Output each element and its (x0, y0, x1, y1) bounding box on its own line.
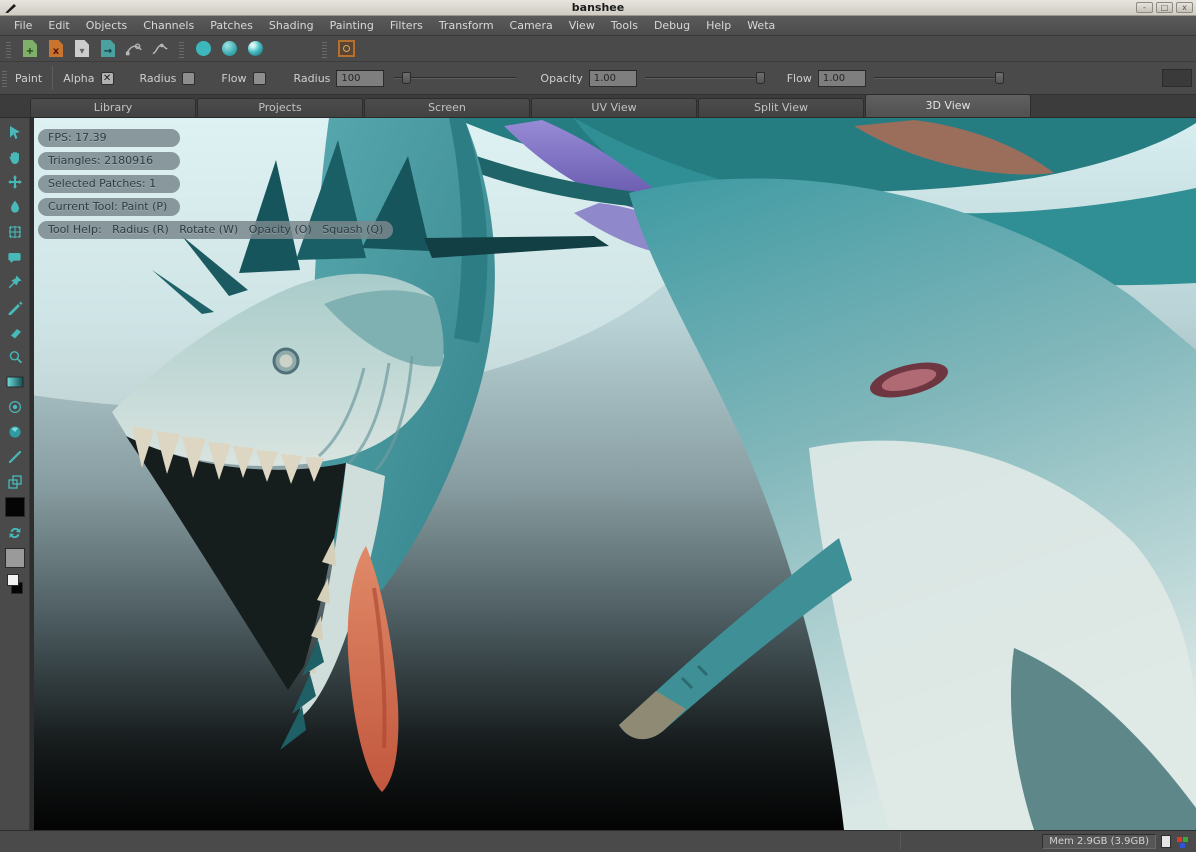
toolbar-grip[interactable] (6, 40, 11, 58)
shading-flat-icon[interactable] (194, 40, 212, 58)
menu-debug[interactable]: Debug (646, 17, 698, 34)
rgb-channels-icon[interactable] (1176, 835, 1190, 849)
menu-painting[interactable]: Painting (322, 17, 382, 34)
open-project-icon[interactable]: ▾ (73, 40, 91, 58)
menu-filters[interactable]: Filters (382, 17, 431, 34)
gradient-rect-icon[interactable] (5, 372, 25, 391)
radius-checkbox[interactable] (182, 72, 195, 85)
viewport-hud: FPS: 17.39 Triangles: 2180916 Selected P… (38, 129, 393, 239)
path-edit-icon[interactable] (125, 40, 143, 58)
tab-library[interactable]: Library (30, 98, 196, 117)
main-toolbar: + x ▾ → (0, 36, 1196, 62)
move-cross-icon[interactable] (5, 172, 25, 191)
3d-viewport-canvas[interactable]: FPS: 17.39 Triangles: 2180916 Selected P… (34, 118, 1196, 830)
tab-3d-view[interactable]: 3D View (865, 94, 1031, 117)
menu-file[interactable]: File (6, 17, 40, 34)
menu-camera[interactable]: Camera (502, 17, 561, 34)
tab-uv-view[interactable]: UV View (531, 98, 697, 117)
lighting-box-icon[interactable] (337, 40, 355, 58)
radius-label: Radius (294, 72, 331, 85)
opacity-slider[interactable] (645, 71, 765, 85)
flow-input[interactable] (818, 70, 866, 87)
paint-drop-icon[interactable] (5, 197, 25, 216)
close-button[interactable]: x (1176, 2, 1193, 13)
shading-basic-icon[interactable] (220, 40, 238, 58)
radius-input[interactable] (336, 70, 384, 87)
hud-triangles: Triangles: 2180916 (38, 152, 180, 170)
paint-tool-label: Paint (15, 72, 42, 85)
background-color-swatch[interactable] (5, 548, 25, 568)
paint-sphere-icon[interactable] (5, 422, 25, 441)
brush-line-icon[interactable] (5, 297, 25, 316)
memory-usage: Mem 2.9GB (3.9GB) (1042, 834, 1156, 849)
title-bar[interactable]: banshee - □ x (0, 0, 1196, 16)
select-arrow-icon[interactable] (5, 122, 25, 141)
pan-hand-icon[interactable] (5, 147, 25, 166)
menu-edit[interactable]: Edit (40, 17, 77, 34)
flow-label: Flow (787, 72, 812, 85)
swap-colors-icon[interactable] (5, 523, 25, 542)
paint-options-bar: Paint Alpha ✕ Radius Flow Radius Opacity… (0, 62, 1196, 95)
new-project-icon[interactable]: + (21, 40, 39, 58)
menu-transform[interactable]: Transform (431, 17, 502, 34)
opacity-input[interactable] (589, 70, 637, 87)
menu-objects[interactable]: Objects (78, 17, 136, 34)
menu-view[interactable]: View (561, 17, 603, 34)
color-sample-swatch (1161, 835, 1171, 848)
tab-projects[interactable]: Projects (197, 98, 363, 117)
tab-split-view[interactable]: Split View (698, 98, 864, 117)
hud-fps: FPS: 17.39 (38, 129, 180, 147)
opacity-label: Opacity (540, 72, 582, 85)
view-tab-bar: Library Projects Screen UV View Split Vi… (0, 95, 1196, 118)
radius-toggle-label: Radius (140, 72, 177, 85)
pin-icon[interactable] (5, 272, 25, 291)
menu-shading[interactable]: Shading (261, 17, 322, 34)
status-separator (900, 833, 901, 850)
main-area: FPS: 17.39 Triangles: 2180916 Selected P… (0, 118, 1196, 830)
radius-slider[interactable] (394, 71, 516, 85)
hud-current-tool: Current Tool: Paint (P) (38, 198, 180, 216)
alpha-label: Alpha (63, 72, 94, 85)
menu-weta[interactable]: Weta (739, 17, 783, 34)
close-project-icon[interactable]: x (47, 40, 65, 58)
flow-checkbox[interactable] (253, 72, 266, 85)
toolbar-grip[interactable] (322, 40, 327, 58)
zoom-circle-icon[interactable] (5, 347, 25, 366)
maximize-button[interactable]: □ (1156, 2, 1173, 13)
paintbar-end-widget (1162, 69, 1192, 87)
export-project-icon[interactable]: → (99, 40, 117, 58)
clone-stamp-icon[interactable] (5, 472, 25, 491)
menu-patches[interactable]: Patches (202, 17, 261, 34)
menu-channels[interactable]: Channels (135, 17, 202, 34)
window-title: banshee (0, 1, 1196, 14)
foreground-color-swatch[interactable] (5, 497, 25, 517)
menu-tools[interactable]: Tools (603, 17, 646, 34)
tab-screen[interactable]: Screen (364, 98, 530, 117)
fg-bg-swatches-icon[interactable] (5, 574, 25, 594)
toolbar-grip[interactable] (179, 40, 184, 58)
app-window: banshee - □ x File Edit Objects Channels… (0, 0, 1196, 852)
eraser-icon[interactable] (5, 322, 25, 341)
hud-tool-help: Tool Help: Radius (R) Rotate (W) Opacity… (38, 221, 393, 239)
flow-slider[interactable] (874, 71, 1004, 85)
paintbar-grip[interactable] (2, 69, 7, 87)
blur-rings-icon[interactable] (5, 397, 25, 416)
warp-grid-icon[interactable] (5, 222, 25, 241)
shading-full-icon[interactable] (246, 40, 264, 58)
minimize-button[interactable]: - (1136, 2, 1153, 13)
paint-blob-icon[interactable] (5, 247, 25, 266)
stroke-slash-icon[interactable] (5, 447, 25, 466)
separator (52, 66, 53, 90)
menu-bar: File Edit Objects Channels Patches Shadi… (0, 16, 1196, 36)
flow-toggle-label: Flow (221, 72, 246, 85)
hud-selected-patches: Selected Patches: 1 (38, 175, 180, 193)
tool-column (0, 118, 30, 830)
path-draw-icon[interactable] (151, 40, 169, 58)
alpha-checkbox[interactable]: ✕ (101, 72, 114, 85)
menu-help[interactable]: Help (698, 17, 739, 34)
status-bar: Mem 2.9GB (3.9GB) (0, 830, 1196, 852)
